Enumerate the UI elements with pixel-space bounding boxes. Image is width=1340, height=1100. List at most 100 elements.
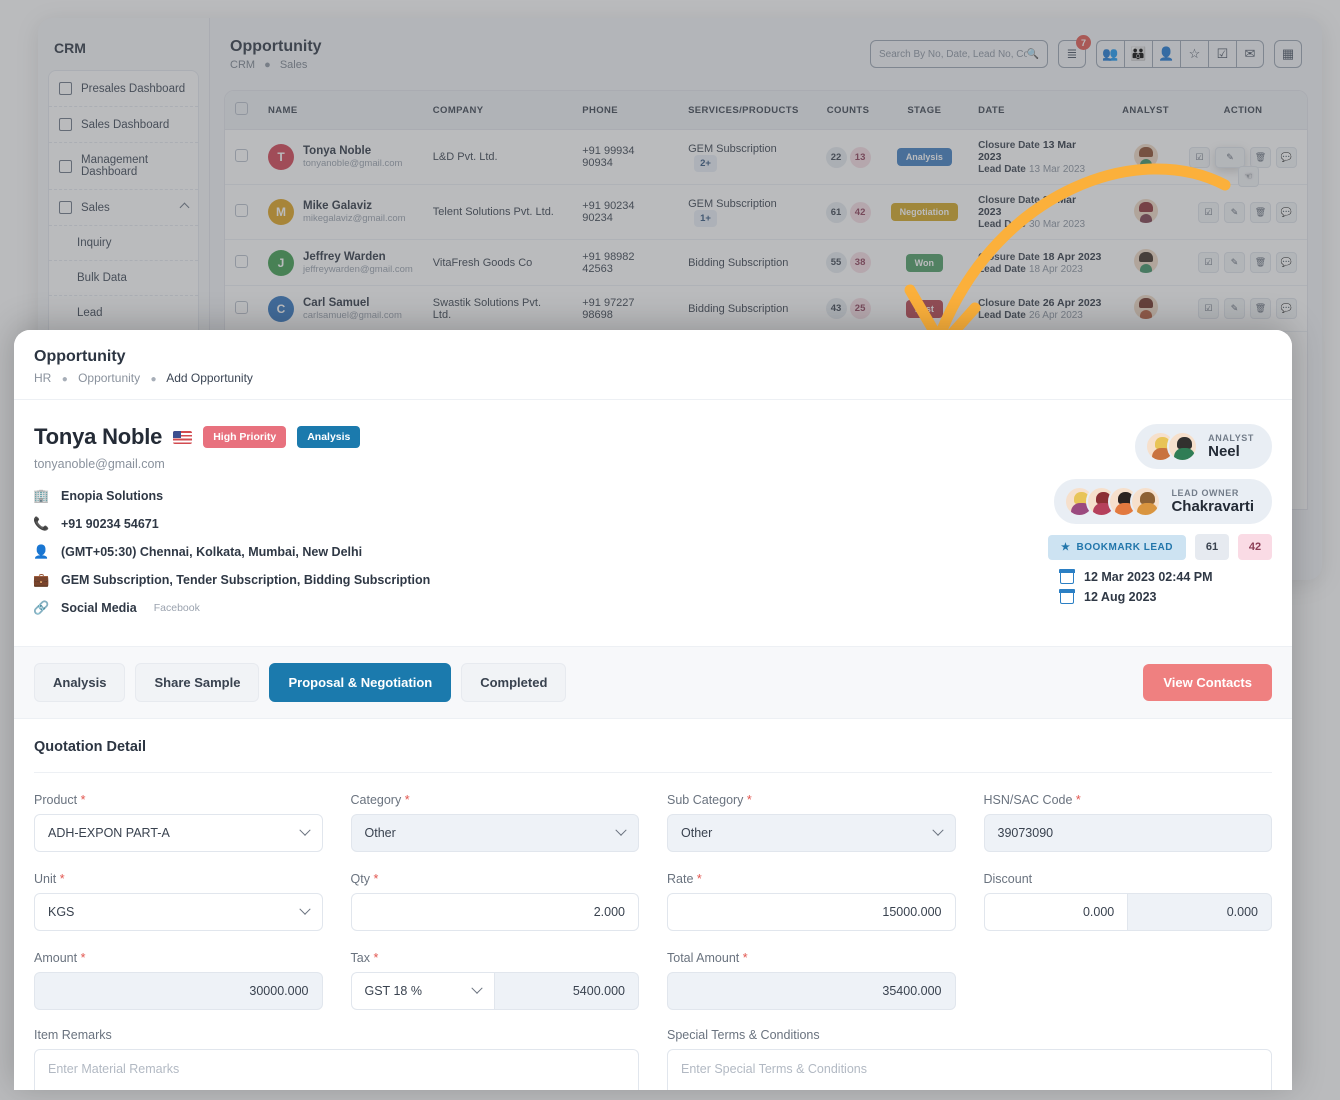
select-all-checkbox[interactable] [235, 102, 248, 115]
table-row[interactable]: CCarl Samuelcarlsamuel@gmail.comSwastik … [225, 286, 1307, 332]
row-checkbox[interactable] [235, 301, 248, 314]
stage-tabs: Analysis Share Sample Proposal & Negotia… [14, 646, 1292, 719]
hsn-input[interactable]: 39073090 [984, 814, 1273, 852]
detail-text: Enopia Solutions [61, 489, 163, 503]
discount-percent-input[interactable]: 0.000 [984, 893, 1128, 931]
tab-proposal-negotiation[interactable]: Proposal & Negotiation [269, 663, 451, 702]
discount-amount-input[interactable]: 0.000 [1127, 893, 1272, 931]
user-button[interactable]: 👤 [1152, 40, 1180, 68]
star-button[interactable]: ☆ [1180, 40, 1208, 68]
rate-input[interactable]: 15000.000 [667, 893, 956, 931]
tax-amount-input: 5400.000 [494, 972, 639, 1010]
item-remarks-textarea[interactable]: Enter Material Remarks [34, 1049, 639, 1090]
sidebar-item-management-dashboard[interactable]: Management Dashboard [49, 143, 198, 190]
required-marker: * [60, 872, 65, 886]
row-checkbox[interactable] [235, 149, 248, 162]
cell-analyst [1112, 130, 1179, 185]
comment-icon-button[interactable]: 💬 [1276, 298, 1297, 319]
tab-completed[interactable]: Completed [461, 663, 566, 702]
sidebar-item-presales-dashboard[interactable]: Presales Dashboard [49, 71, 198, 107]
sidebar-item-inquiry[interactable]: Inquiry [49, 226, 198, 261]
breadcrumb-separator: ● [143, 374, 163, 385]
delete-icon-button[interactable]: 🗑 [1250, 298, 1271, 319]
category-select[interactable]: Other [351, 814, 640, 852]
unit-select[interactable]: KGS [34, 893, 323, 931]
required-marker: * [1076, 793, 1081, 807]
calendar-icon [1060, 570, 1074, 584]
grid-view-button[interactable]: ▦ [1274, 40, 1302, 68]
edit-icon-button[interactable]: ✎ [1224, 252, 1245, 273]
view-contacts-button[interactable]: View Contacts [1143, 664, 1272, 701]
edit-icon-button[interactable]: ✎☜ [1215, 147, 1245, 168]
owner-label: LEAD OWNER [1171, 488, 1254, 498]
cell-services: Bidding Subscription [678, 240, 815, 286]
row-checkbox[interactable] [235, 255, 248, 268]
contact-email: tonyanoble@gmail.com [303, 158, 402, 169]
sidebar-item-sales[interactable]: Sales [49, 190, 198, 226]
breadcrumb-hr[interactable]: HR [34, 371, 51, 385]
table-row[interactable]: TTonya Nobletonyanoble@gmail.comL&D Pvt.… [225, 130, 1307, 185]
cell-action: ☑✎🗑💬 [1179, 240, 1307, 286]
comment-icon-button[interactable]: 💬 [1276, 147, 1297, 168]
tax-select[interactable]: GST 18 % [351, 972, 495, 1010]
bookmark-lead-button[interactable]: ★ BOOKMARK LEAD [1048, 535, 1186, 560]
search-input[interactable]: Search By No, Date, Lead No, Comp 🔍 [870, 40, 1048, 68]
product-select[interactable]: ADH-EXPON PART-A [34, 814, 323, 852]
required-marker: * [743, 951, 748, 965]
sidebar-item-bulk-data[interactable]: Bulk Data [49, 261, 198, 296]
chevron-down-icon [615, 825, 626, 836]
table-row[interactable]: JJeffrey Wardenjeffreywarden@gmail.comVi… [225, 240, 1307, 286]
cell-company: Swastik Solutions Pvt. Ltd. [423, 286, 572, 332]
edit-icon-button[interactable]: ✎ [1224, 202, 1245, 223]
modal-header: Opportunity HR ● Opportunity ● Add Oppor… [14, 330, 1292, 400]
share-icon: 🔗 [34, 600, 49, 616]
comment-icon-button[interactable]: 💬 [1276, 252, 1297, 273]
lead-owner-chip[interactable]: LEAD OWNER Chakravarti [1054, 479, 1272, 524]
table-row[interactable]: MMike Galavizmikegalaviz@gmail.comTelent… [225, 185, 1307, 240]
delete-icon-button[interactable]: 🗑 [1250, 252, 1271, 273]
field-qty: Qty * 2.000 [351, 872, 640, 931]
analyst-chip[interactable]: ANALYST Neel [1135, 424, 1272, 469]
breadcrumb-sales[interactable]: Sales [280, 59, 308, 71]
avatar [1130, 486, 1161, 517]
contact-name: Tonya Noble [303, 145, 371, 157]
breadcrumb-crm[interactable]: CRM [230, 59, 255, 71]
approve-icon-button[interactable]: ☑ [1198, 202, 1219, 223]
edit-icon-button[interactable]: ✎ [1224, 298, 1245, 319]
qty-input[interactable]: 2.000 [351, 893, 640, 931]
cell-stage: Negotiation [881, 185, 969, 240]
tab-analysis[interactable]: Analysis [34, 663, 125, 702]
cell-name: CCarl Samuelcarlsamuel@gmail.com [258, 286, 423, 332]
col-counts: COUNTS [816, 91, 881, 130]
users-button[interactable]: 👥 [1096, 40, 1124, 68]
delete-icon-button[interactable]: 🗑 [1250, 147, 1271, 168]
tab-share-sample[interactable]: Share Sample [135, 663, 259, 702]
sidebar-item-sales-dashboard[interactable]: Sales Dashboard [49, 107, 198, 143]
filter-button[interactable]: ≣ 7 [1058, 40, 1086, 68]
approve-icon-button[interactable]: ☑ [1189, 147, 1210, 168]
row-checkbox-cell [225, 185, 258, 240]
cell-date: Closure Date 13 Mar 2023Lead Date 13 Mar… [968, 130, 1112, 185]
avatar [1134, 295, 1158, 319]
sub-category-select[interactable]: Other [667, 814, 956, 852]
comment-icon-button[interactable]: 💬 [1276, 202, 1297, 223]
delete-icon-button[interactable]: 🗑 [1250, 202, 1271, 223]
detail-row: 💼GEM Subscription, Tender Subscription, … [34, 572, 1032, 588]
team-button[interactable]: 👪 [1124, 40, 1152, 68]
required-marker: * [373, 872, 378, 886]
required-marker: * [373, 951, 378, 965]
sidebar-item-lead[interactable]: Lead [49, 296, 198, 331]
created-date: 12 Mar 2023 02:44 PM [1084, 570, 1213, 584]
approve-icon-button[interactable]: ☑ [1198, 252, 1219, 273]
icon-button-group: 👥 👪 👤 ☆ ☑ ✉ [1096, 40, 1264, 68]
row-checkbox-cell [225, 240, 258, 286]
lead-date-label: Lead Date [978, 264, 1026, 275]
approve-icon-button[interactable]: ☑ [1198, 298, 1219, 319]
breadcrumb-opportunity[interactable]: Opportunity [78, 371, 140, 385]
lead-date-label: Lead Date [978, 310, 1026, 321]
special-terms-textarea[interactable]: Enter Special Terms & Conditions [667, 1049, 1272, 1090]
mail-button[interactable]: ✉ [1236, 40, 1264, 68]
cell-company: L&D Pvt. Ltd. [423, 130, 572, 185]
row-checkbox[interactable] [235, 204, 248, 217]
check-button[interactable]: ☑ [1208, 40, 1236, 68]
